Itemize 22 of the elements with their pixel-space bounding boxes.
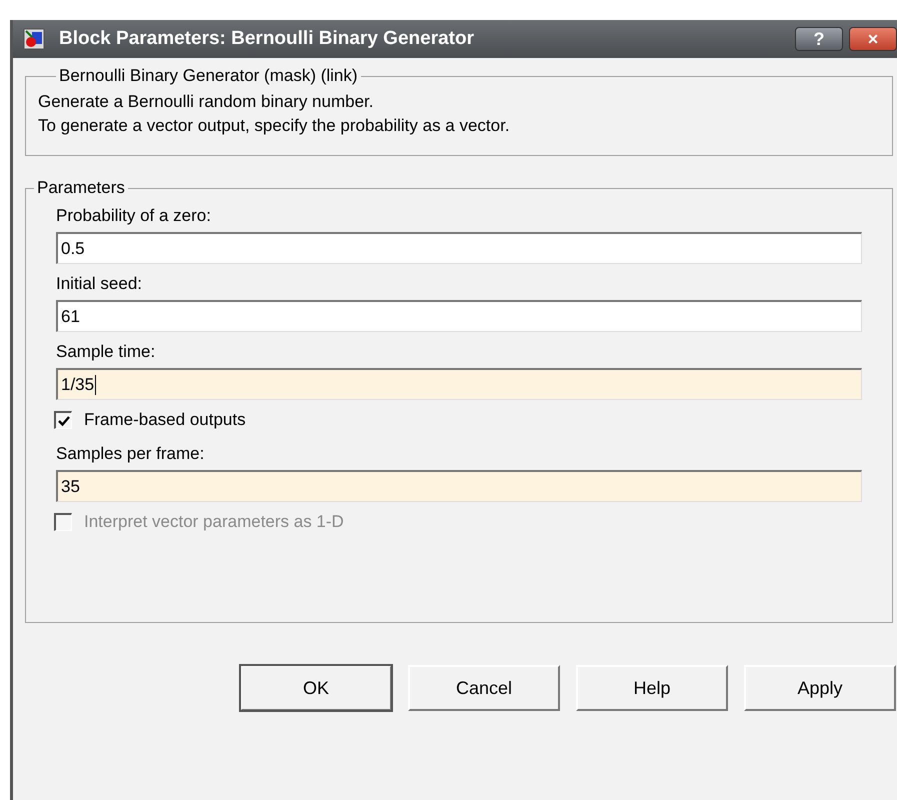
input-field[interactable]: 1/35 (56, 368, 862, 400)
checkbox-label: Frame-based outputs (84, 410, 246, 430)
window-title: Block Parameters: Bernoulli Binary Generator (59, 28, 475, 50)
dialog-button[interactable]: Cancel (408, 665, 560, 711)
close-button[interactable]: × (849, 27, 897, 51)
field-label: Samples per frame: (56, 444, 206, 464)
checkbox-label: Interpret vector parameters as 1-D (84, 512, 344, 532)
field-label: Sample time: (56, 342, 156, 362)
input-field[interactable]: 35 (56, 470, 862, 502)
dialog-button[interactable]: Apply (744, 665, 896, 711)
checkbox[interactable] (54, 411, 72, 429)
description-text: Generate a Bernoulli random binary number. To generate a vector output, specify the probability as a vector. (38, 91, 511, 137)
input-field[interactable]: 61 (56, 300, 862, 332)
input-field[interactable]: 0.5 (56, 232, 862, 264)
group-title: Parameters (36, 178, 126, 198)
block-diagram-icon (23, 28, 45, 50)
dialog-button[interactable]: Help (576, 665, 728, 711)
field-label: Probability of a zero: (56, 206, 212, 226)
dialog-button[interactable]: OK (240, 665, 392, 711)
group-title: Bernoulli Binary Generator (mask) (link) (58, 66, 359, 86)
help-button[interactable]: ? (795, 27, 843, 51)
field-label: Initial seed: (56, 274, 143, 294)
